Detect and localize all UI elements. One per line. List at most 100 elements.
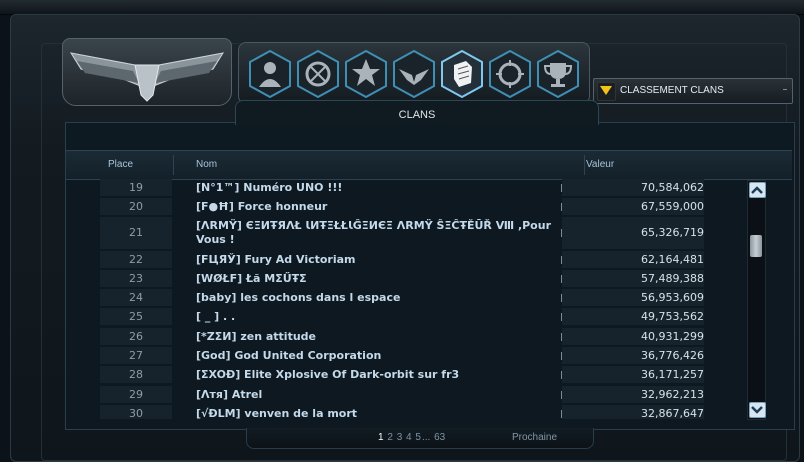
column-separator: [584, 155, 585, 175]
dropdown-handle: [783, 89, 787, 92]
clan-name[interactable]: [N°1™] Numéro UNO !!!: [196, 181, 561, 195]
table-row[interactable]: 19 [N°1™] Numéro UNO !!! 70,584,062: [100, 179, 704, 196]
page-link-5[interactable]: 5: [415, 432, 421, 443]
table-row[interactable]: 25 [ _ ] . . 49,753,562: [100, 308, 704, 325]
cell-separator: [561, 293, 562, 302]
clan-name[interactable]: [baby] les cochons dans l espace: [196, 291, 561, 305]
top-strip: [0, 0, 804, 15]
clan-name[interactable]: [WØŁF] Łã MΣŰŦΣ: [196, 272, 561, 286]
rank-place: 22: [129, 252, 143, 266]
clan-name[interactable]: [ΣXOÐ] Elite Xplosive Of Dark-orbit sur …: [196, 368, 561, 382]
cell-separator: [561, 274, 562, 283]
column-separator: [173, 155, 174, 175]
table-row[interactable]: 20 [F●Ħ] Force honneur 67,559,000: [100, 198, 704, 215]
rank-place: 28: [129, 367, 143, 381]
cell-separator: [561, 312, 562, 321]
rank-place: 30: [129, 406, 143, 420]
chevron-up-icon: [751, 186, 763, 194]
page-link-1[interactable]: 1: [378, 432, 384, 443]
clan-name[interactable]: [FЦЯЎ] Fury Ad Victoriam: [196, 253, 561, 267]
nav-wings-button[interactable]: [391, 49, 437, 99]
rank-place: 19: [129, 180, 143, 194]
clan-name[interactable]: [ΛRMŸ] ЄΞИŦЯΛŁ ƖИŦΞŁŁƖĜΞИЄΞ ΛRMŸ ŜΞĈŦĔŪŘ…: [196, 219, 561, 247]
nav-rank-button[interactable]: [343, 49, 389, 99]
target-icon: [489, 49, 531, 99]
nav-clans-button[interactable]: [439, 49, 485, 99]
dropdown-label: CLASSEMENT CLANS: [620, 85, 724, 96]
table-row[interactable]: 29 [Λтя] Atrel 32,962,213: [100, 386, 704, 403]
trophy-icon: [537, 49, 579, 99]
ranking-table-body: 19 [N°1™] Numéro UNO !!! 70,584,062 20 [F●Ħ]…: [100, 179, 704, 419]
scroll-thumb[interactable]: [750, 235, 762, 257]
cell-separator: [561, 183, 562, 192]
clan-crest-icon: [297, 49, 339, 99]
user-icon: [249, 49, 291, 99]
wings-icon: [393, 49, 435, 99]
rank-place: 27: [129, 348, 143, 362]
rank-place: 20: [129, 199, 143, 213]
nav-trophy-button[interactable]: [535, 49, 581, 99]
table-row[interactable]: 28 [ΣXOÐ] Elite Xplosive Of Dark-orbit su…: [100, 366, 704, 383]
panel-title-tab: CLANS: [235, 100, 599, 125]
cell-separator: [561, 255, 562, 264]
nav-profile-button[interactable]: [247, 49, 293, 99]
cell-separator: [561, 390, 562, 399]
clan-name[interactable]: [*ZΣИ] zen attitude: [196, 330, 561, 344]
scroll-up-button[interactable]: [749, 182, 766, 198]
clan-value: 40,931,299: [641, 329, 704, 343]
chevron-down-icon: [751, 406, 763, 414]
table-row[interactable]: 21 [ΛRMŸ] ЄΞИŦЯΛŁ ƖИŦΞŁŁƖĜΞИЄΞ ΛRMŸ ŜΞĈŦĔ…: [100, 217, 704, 249]
rank-place: 25: [129, 309, 143, 323]
panel-top-area: [66, 124, 792, 150]
next-page-link[interactable]: Prochaine: [512, 432, 557, 443]
column-header-value[interactable]: Valeur: [586, 159, 614, 170]
rank-place: 29: [129, 387, 143, 401]
nav-clan-button[interactable]: [295, 49, 341, 99]
rank-place: 26: [129, 329, 143, 343]
clan-value: 65,326,719: [641, 226, 704, 239]
cell-separator: [561, 332, 562, 341]
page-link-2[interactable]: 2: [387, 432, 393, 443]
cell-separator: [561, 409, 562, 418]
clan-name[interactable]: [ _ ] . .: [196, 310, 561, 324]
table-row[interactable]: 24 [baby] les cochons dans l espace 56,953…: [100, 289, 704, 306]
clan-name[interactable]: [√ÐLM] venven de la mort: [196, 407, 561, 419]
clan-name[interactable]: [F●Ħ] Force honneur: [196, 200, 561, 214]
table-row[interactable]: 30 [√ÐLM] venven de la mort 32,867,647: [100, 405, 704, 419]
rank-place: 23: [129, 271, 143, 285]
page-link-4[interactable]: 4: [406, 432, 412, 443]
table-scrollbar[interactable]: [747, 180, 766, 420]
clan-value: 62,164,481: [641, 252, 704, 266]
pagination-ellipsis: ...: [421, 432, 431, 443]
clan-value: 57,489,388: [641, 271, 704, 285]
ranking-type-dropdown[interactable]: CLASSEMENT CLANS: [593, 78, 793, 104]
page-link-3[interactable]: 3: [397, 432, 403, 443]
clan-name[interactable]: [Λтя] Atrel: [196, 388, 561, 402]
rank-place: 21: [129, 226, 143, 239]
clan-name[interactable]: [God] God United Corporation: [196, 349, 561, 363]
clan-value: 36,776,426: [641, 348, 704, 362]
scroll-down-button[interactable]: [749, 402, 766, 418]
rank-place: 24: [129, 290, 143, 304]
page-link-last[interactable]: 63: [434, 432, 445, 443]
column-header-name[interactable]: Nom: [196, 159, 217, 170]
table-row[interactable]: 23 [WØŁF] Łã MΣŰŦΣ 57,489,388: [100, 270, 704, 287]
rank-medal-icon: [345, 49, 387, 99]
table-row[interactable]: 27 [God] God United Corporation 36,776,426: [100, 347, 704, 364]
nav-icon-bar: [238, 42, 590, 104]
cell-separator: [561, 351, 562, 360]
clan-value: 56,953,609: [641, 290, 704, 304]
column-header-place[interactable]: Place: [108, 159, 133, 170]
table-row[interactable]: 22 [FЦЯЎ] Fury Ad Victoriam 62,164,481: [100, 251, 704, 268]
table-row[interactable]: 26 [*ZΣИ] zen attitude 40,931,299: [100, 328, 704, 345]
nav-target-button[interactable]: [487, 49, 533, 99]
clan-value: 32,962,213: [641, 387, 704, 401]
clan-value: 67,559,000: [641, 199, 704, 213]
clan-value: 70,584,062: [641, 180, 704, 194]
table-header: Place Nom Valeur: [66, 150, 792, 180]
cell-separator: [561, 202, 562, 211]
clan-value: 36,171,257: [641, 367, 704, 381]
glove-icon: [441, 49, 483, 99]
cell-separator: [561, 229, 562, 237]
clan-value: 49,753,562: [641, 309, 704, 323]
